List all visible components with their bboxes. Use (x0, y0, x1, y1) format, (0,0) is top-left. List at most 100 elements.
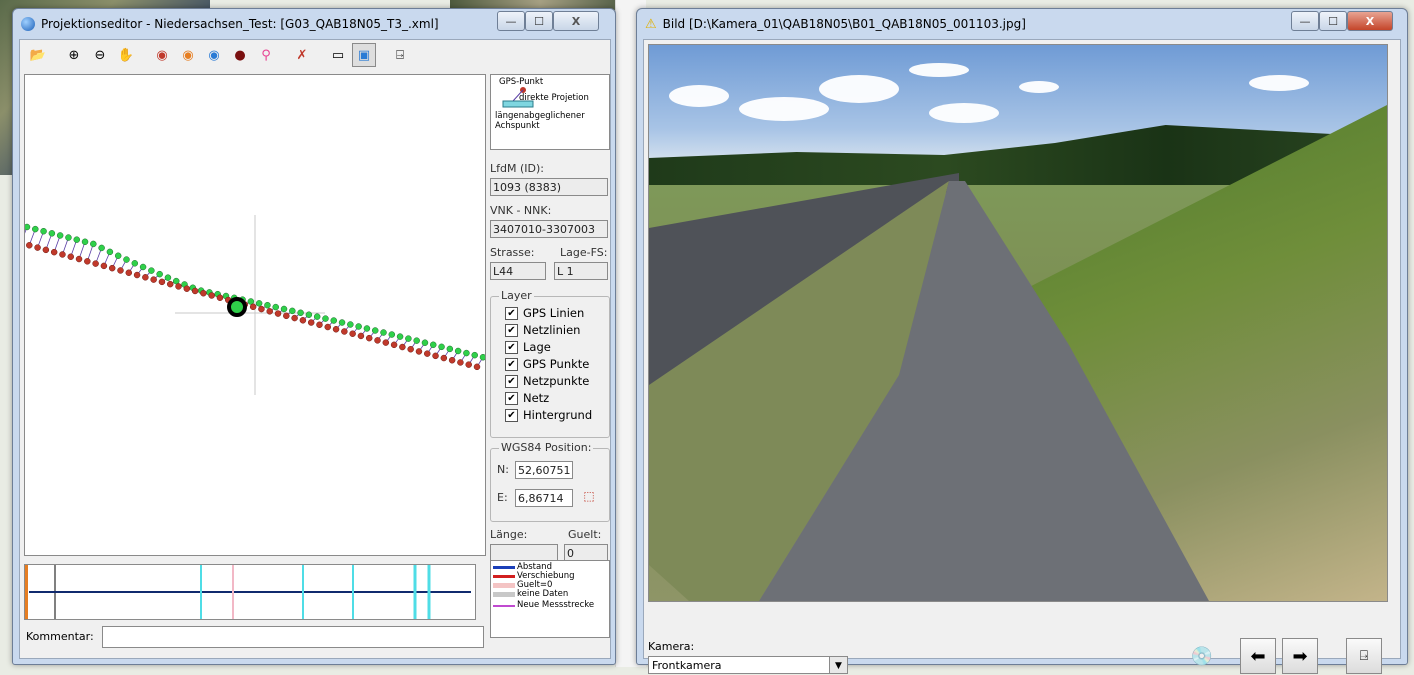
previous-image-button[interactable]: ⬅ (1240, 638, 1276, 674)
viewer-close-button[interactable]: X (1347, 11, 1393, 31)
save-disc-button[interactable]: 💿 (1184, 638, 1220, 674)
gps-point[interactable] (123, 257, 129, 263)
exit-door-icon[interactable]: ⍈ (388, 43, 412, 67)
gps-point[interactable] (447, 346, 453, 352)
net-point[interactable] (358, 333, 364, 339)
gps-point[interactable] (148, 268, 154, 274)
gps-point[interactable] (107, 249, 113, 255)
layer-hintergrund[interactable]: ✔Hintergrund (505, 408, 592, 422)
n-field[interactable]: 52,60751 (515, 461, 573, 479)
gps-point[interactable] (381, 330, 387, 336)
gps-point[interactable] (115, 253, 121, 259)
net-point[interactable] (93, 261, 99, 267)
net-point[interactable] (292, 315, 298, 321)
net-point[interactable] (341, 328, 347, 334)
zoom-in-icon[interactable]: ⊕ (62, 43, 86, 67)
gps-point[interactable] (157, 271, 163, 277)
gps-point[interactable] (306, 312, 312, 318)
target-darkred-icon[interactable]: ● (228, 43, 252, 67)
gps-point[interactable] (414, 338, 420, 344)
distance-profile-strip[interactable] (24, 564, 476, 620)
net-point[interactable] (474, 364, 480, 370)
gps-point[interactable] (439, 344, 445, 350)
net-point[interactable] (441, 355, 447, 361)
gps-point[interactable] (372, 327, 378, 333)
gps-point[interactable] (140, 264, 146, 270)
layer-netz[interactable]: ✔Netz (505, 391, 549, 405)
layer-lage[interactable]: ✔Lage (505, 340, 551, 354)
net-point[interactable] (383, 340, 389, 346)
net-point[interactable] (424, 351, 430, 357)
net-point[interactable] (300, 317, 306, 323)
net-point[interactable] (167, 281, 173, 287)
net-point[interactable] (151, 277, 157, 283)
net-point[interactable] (209, 293, 215, 299)
gps-point[interactable] (57, 232, 63, 238)
delete-point-icon[interactable]: ✗ (290, 43, 314, 67)
gps-point[interactable] (256, 300, 262, 306)
gps-point[interactable] (99, 245, 105, 251)
gps-point[interactable] (289, 308, 295, 314)
open-folder-icon[interactable]: 📂 (26, 43, 50, 67)
layer-netzpunkte[interactable]: ✔Netzpunkte (505, 374, 589, 388)
gps-point[interactable] (132, 260, 138, 266)
gps-point[interactable] (422, 340, 428, 346)
net-point[interactable] (308, 320, 314, 326)
net-point[interactable] (350, 331, 356, 337)
net-point[interactable] (449, 357, 455, 363)
gps-point[interactable] (331, 318, 337, 324)
gps-point[interactable] (480, 354, 485, 360)
selected-point-marker[interactable] (229, 299, 245, 315)
gps-point[interactable] (82, 239, 88, 245)
net-point[interactable] (316, 322, 322, 328)
gps-point[interactable] (90, 241, 96, 247)
net-point[interactable] (159, 279, 165, 285)
locate-icon[interactable]: ⬚ (579, 489, 599, 507)
image-view-icon[interactable]: ▣ (352, 43, 376, 67)
net-point[interactable] (250, 304, 256, 310)
gps-point[interactable] (314, 314, 320, 320)
gps-point[interactable] (273, 304, 279, 310)
net-point[interactable] (466, 362, 472, 368)
gps-point[interactable] (65, 235, 71, 241)
gps-point[interactable] (74, 237, 80, 243)
kommentar-input[interactable] (102, 626, 484, 648)
net-point[interactable] (142, 274, 148, 280)
net-point[interactable] (275, 311, 281, 317)
gps-point[interactable] (281, 306, 287, 312)
gps-point[interactable] (298, 310, 304, 316)
net-point[interactable] (200, 290, 206, 296)
gps-point[interactable] (264, 302, 270, 308)
gps-point[interactable] (389, 332, 395, 338)
net-point[interactable] (333, 326, 339, 332)
layer-gps-punkte[interactable]: ✔GPS Punkte (505, 357, 589, 371)
net-point[interactable] (68, 254, 74, 260)
pan-hand-icon[interactable]: ✋ (114, 43, 138, 67)
net-point[interactable] (416, 348, 422, 354)
net-point[interactable] (26, 242, 32, 248)
net-point[interactable] (59, 251, 65, 257)
net-point[interactable] (84, 258, 90, 264)
net-point[interactable] (283, 313, 289, 319)
zoom-out-icon[interactable]: ⊖ (88, 43, 112, 67)
net-point[interactable] (101, 263, 107, 269)
gps-point[interactable] (347, 321, 353, 327)
e-field[interactable]: 6,86714 (515, 489, 573, 507)
target-orange-icon[interactable]: ◉ (176, 43, 200, 67)
editor-minimize-button[interactable]: — (497, 11, 525, 31)
gps-point[interactable] (364, 325, 370, 331)
gps-point[interactable] (165, 275, 171, 281)
gps-point[interactable] (472, 352, 478, 358)
gps-point[interactable] (397, 334, 403, 340)
gps-point[interactable] (356, 323, 362, 329)
editor-maximize-button[interactable]: ☐ (525, 11, 553, 31)
net-point[interactable] (267, 308, 273, 314)
net-point[interactable] (217, 295, 223, 301)
net-point[interactable] (433, 353, 439, 359)
chevron-down-icon[interactable]: ▼ (829, 657, 847, 673)
net-point[interactable] (408, 346, 414, 352)
net-point[interactable] (391, 342, 397, 348)
net-point[interactable] (176, 283, 182, 289)
gps-point[interactable] (339, 320, 345, 326)
projection-map-view[interactable] (24, 74, 486, 556)
